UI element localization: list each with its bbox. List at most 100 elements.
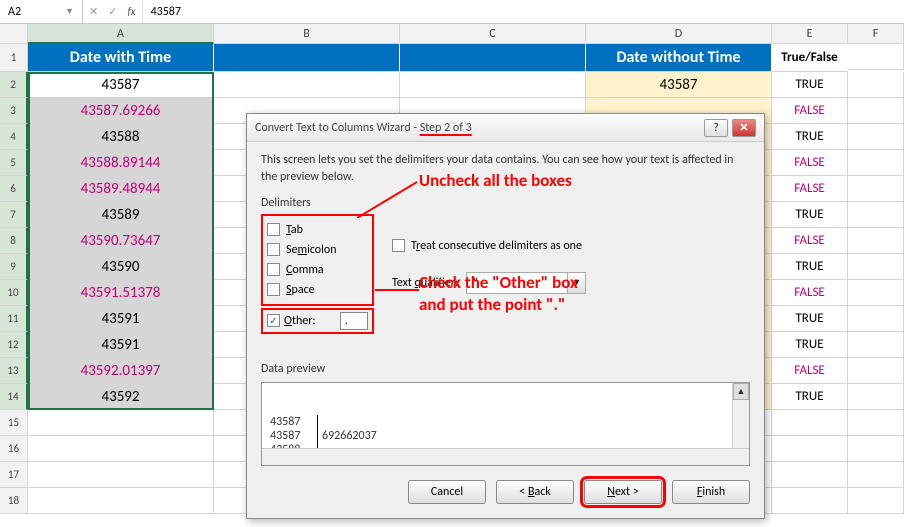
cell-e[interactable]: TRUE [772,254,848,280]
column-header[interactable]: B [214,24,400,44]
cell-e[interactable]: TRUE [772,124,848,150]
cell[interactable] [848,462,904,488]
cell-e[interactable]: TRUE [772,384,848,410]
scrollbar-horizontal[interactable] [262,448,749,465]
row-header[interactable]: 2 [0,72,28,98]
cell-f[interactable] [848,202,904,228]
help-button[interactable]: ? [704,119,728,137]
cell-e[interactable]: TRUE [772,202,848,228]
row-header[interactable]: 9 [0,254,28,280]
accept-formula-icon[interactable]: ✓ [108,5,117,18]
cell-a[interactable]: 43588.89144 [28,150,214,176]
cell-f[interactable] [848,150,904,176]
row-header[interactable]: 14 [0,384,28,410]
cell-f[interactable] [848,176,904,202]
column-header[interactable]: A [28,24,214,44]
checkbox-icon[interactable] [267,314,280,327]
cell-a[interactable]: 43587.69266 [28,98,214,124]
cell-a[interactable]: 43591 [28,332,214,358]
checkbox-icon[interactable] [267,243,280,256]
cell-e[interactable]: FALSE [772,176,848,202]
treat-consecutive-checkbox[interactable]: Treat consecutive delimiters as one [392,236,586,256]
comma-checkbox-row[interactable]: Comma [267,260,364,280]
cell-a[interactable]: 43592 [28,384,214,410]
dropdown-icon[interactable]: ▼ [567,273,585,293]
column-header[interactable]: F [848,24,904,44]
row-header[interactable]: 15 [0,410,28,436]
cell-e[interactable]: FALSE [772,228,848,254]
checkbox-icon[interactable] [267,223,280,236]
header-cell-d[interactable]: Date without Time [586,44,772,72]
cell-a[interactable]: 43591 [28,306,214,332]
cell-a[interactable]: 43592.01397 [28,358,214,384]
cell-e[interactable]: TRUE [772,332,848,358]
cell-e[interactable]: FALSE [772,98,848,124]
checkbox-icon[interactable] [267,283,280,296]
finish-button[interactable]: Finish [672,480,750,504]
other-checkbox-row[interactable]: Other: . [261,308,374,334]
cell[interactable] [772,462,848,488]
row-header[interactable]: 10 [0,280,28,306]
cell-f[interactable] [848,384,904,410]
row-header[interactable]: 8 [0,228,28,254]
row-header[interactable]: 1 [0,44,28,72]
row-header[interactable]: 16 [0,436,28,462]
cell-b[interactable] [214,72,400,98]
semicolon-checkbox-row[interactable]: Semicolon [267,240,364,260]
fx-icon[interactable]: fx [127,5,135,18]
header-cell-e[interactable]: True/False [772,44,848,72]
row-header[interactable]: 17 [0,462,28,488]
cell[interactable] [28,410,214,436]
header-cell-c[interactable] [400,44,586,72]
next-button[interactable]: Next > [584,480,662,504]
cell[interactable] [772,488,848,514]
cell-a[interactable]: 43590.73647 [28,228,214,254]
close-button[interactable]: ✕ [732,119,756,137]
header-cell-a[interactable]: Date with Time [28,44,214,72]
cell-a[interactable]: 43589 [28,202,214,228]
row-header[interactable]: 6 [0,176,28,202]
row-header[interactable]: 3 [0,98,28,124]
cell[interactable] [848,410,904,436]
cell[interactable] [28,436,214,462]
cell-a[interactable]: 43588 [28,124,214,150]
cell-f[interactable] [848,358,904,384]
back-button[interactable]: < Back [496,480,574,504]
cell-f[interactable] [848,332,904,358]
name-box[interactable]: A2 ▼ [0,0,83,23]
cell-f[interactable] [848,280,904,306]
cell-e[interactable]: FALSE [772,358,848,384]
cell-e[interactable]: FALSE [772,150,848,176]
cell[interactable] [772,410,848,436]
formula-input[interactable]: 43587 [143,3,904,21]
cell-a[interactable]: 43587 [28,72,214,98]
cell-f[interactable] [848,98,904,124]
cell[interactable] [772,436,848,462]
cell[interactable] [28,488,214,514]
cell-f[interactable] [848,306,904,332]
cell-e[interactable]: TRUE [772,72,848,98]
row-header[interactable]: 11 [0,306,28,332]
cancel-formula-icon[interactable]: ✕ [89,5,98,18]
cell-e[interactable]: TRUE [772,306,848,332]
other-delimiter-input[interactable]: . [340,312,368,330]
cell-f[interactable] [848,228,904,254]
row-header[interactable]: 5 [0,150,28,176]
column-header[interactable]: E [772,24,848,44]
cell-a[interactable]: 43591.51378 [28,280,214,306]
tab-checkbox-row[interactable]: Tab [267,220,364,240]
select-all-corner[interactable] [0,24,28,44]
text-qualifier-select[interactable]: " ▼ [466,272,586,294]
cell[interactable] [848,436,904,462]
cell-f[interactable] [848,72,904,98]
space-checkbox-row[interactable]: Space [267,280,364,300]
cell[interactable] [848,44,904,70]
cell-c[interactable] [400,72,586,98]
cell[interactable] [848,488,904,514]
dropdown-icon[interactable]: ▼ [65,6,74,17]
scrollbar-vertical[interactable]: ▲ [732,383,749,448]
cancel-button[interactable]: Cancel [408,480,486,504]
cell-d[interactable]: 43587 [586,72,772,98]
cell-a[interactable]: 43590 [28,254,214,280]
cell[interactable] [28,462,214,488]
